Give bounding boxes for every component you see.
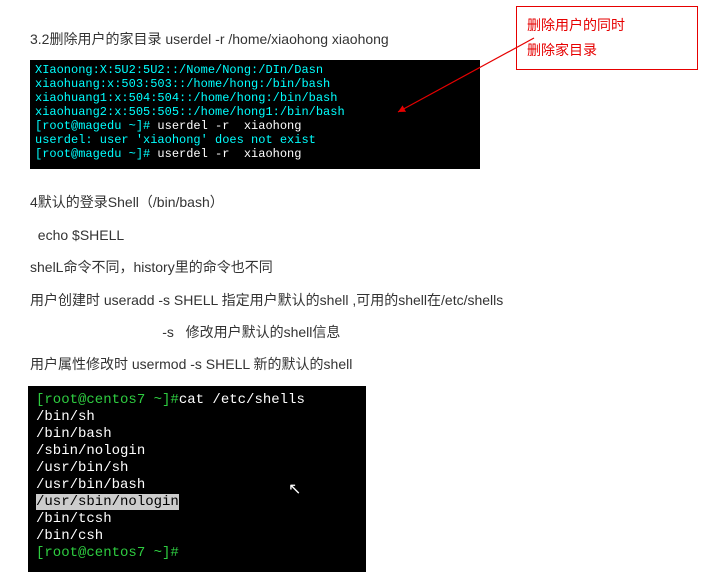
term2-l8: /bin/tcsh — [36, 511, 112, 527]
term2-l4: /sbin/nologin — [36, 443, 145, 459]
term2-l6: /usr/bin/bash — [36, 477, 145, 493]
callout-box: 删除用户的同时 删除家目录 — [516, 6, 698, 70]
term1-line2: xiaohuang:x:503:503::/home/hong:/bin/bas… — [35, 77, 330, 91]
term1-prompt2: [root@magedu ~]# — [35, 147, 157, 161]
term1-prompt1: [root@magedu ~]# — [35, 119, 157, 133]
term2-l7-selected: /usr/sbin/nologin — [36, 494, 179, 510]
callout-line2: 删除家目录 — [527, 38, 687, 63]
heading-4: 4默认的登录Shell（/bin/bash） — [30, 191, 698, 213]
term1-output: userdel: user 'xiaohong' does not exist — [35, 133, 316, 147]
term2-cmd: cat /etc/shells — [179, 392, 305, 408]
term1-line3: xiaohuang1:x:504:504::/home/hong:/bin/ba… — [35, 91, 337, 105]
useradd-s-note: -s 修改用户默认的shell信息 — [30, 321, 698, 343]
terminal-2: [root@centos7 ~]#cat /etc/shells /bin/sh… — [28, 386, 366, 572]
term2-l2: /bin/sh — [36, 409, 95, 425]
term1-cmd1: userdel -r xiaohong — [157, 119, 301, 133]
term2-l5: /usr/bin/sh — [36, 460, 128, 476]
terminal-1: XIaonong:X:5U2:5U2::/Nome/Nong:/DIn/Dasn… — [30, 60, 480, 169]
callout-line1: 删除用户的同时 — [527, 13, 687, 38]
usermod-note: 用户属性修改时 usermod -s SHELL 新的默认的shell — [30, 353, 698, 375]
term2-l3: /bin/bash — [36, 426, 112, 442]
mouse-cursor-icon: ↖ — [288, 482, 301, 499]
term1-line1: XIaonong:X:5U2:5U2::/Nome/Nong:/DIn/Dasn — [35, 63, 323, 77]
echo-shell: echo $SHELL — [30, 224, 698, 246]
term2-l9: /bin/csh — [36, 528, 103, 544]
document-body: 删除用户的同时 删除家目录 3.2删除用户的家目录 userdel -r /ho… — [0, 0, 728, 572]
term1-line4: xiaohuang2:x:505:505::/home/hong1:/bin/b… — [35, 105, 345, 119]
term1-cmd2: userdel -r xiaohong — [157, 147, 301, 161]
term2-prompt2: [root@centos7 ~]# — [36, 545, 179, 561]
shell-history-note: shelL命令不同，history里的命令也不同 — [30, 256, 698, 278]
useradd-note: 用户创建时 useradd -s SHELL 指定用户默认的shell ,可用的… — [30, 289, 698, 311]
term2-prompt1: [root@centos7 ~]# — [36, 392, 179, 408]
